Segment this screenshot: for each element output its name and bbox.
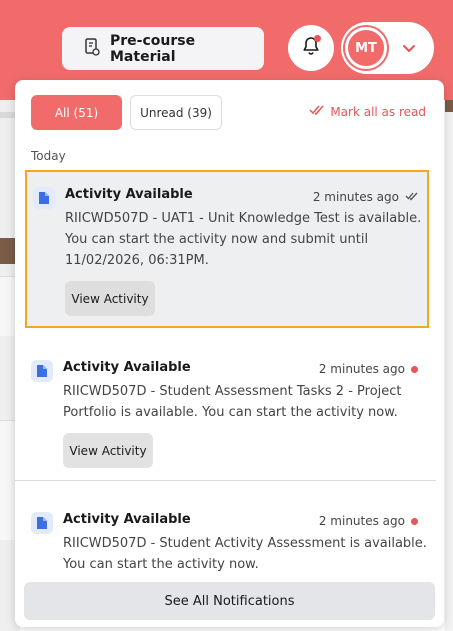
profile-menu-button[interactable]: MT [341,22,434,74]
notifications-bell-button[interactable] [288,25,334,71]
section-label-today: Today [31,149,66,163]
pre-course-material-button[interactable]: Pre-course Material [62,27,264,70]
view-activity-button[interactable]: View Activity [65,281,155,316]
notification-item[interactable]: Activity Available 2 minutes ago RIICWD5… [25,170,429,328]
filter-all-tab[interactable]: All (51) [31,95,122,130]
see-all-notifications-button[interactable]: See All Notifications [24,582,435,620]
notification-dot [314,35,321,42]
notification-time: 2 minutes ago [313,190,419,204]
background-page-right [445,100,453,631]
notification-time: 2 minutes ago [319,514,418,528]
unread-dot [411,517,418,525]
chevron-down-icon [399,38,419,58]
pre-course-material-label: Pre-course Material [110,32,196,65]
mark-all-read-label: Mark all as read [330,104,426,119]
document-icon [33,187,55,209]
double-check-icon [309,104,325,119]
avatar: MT [345,27,387,69]
filter-tabs: All (51) Unread (39) [31,95,222,130]
notification-text: RIICWD507D - Student Assessment Tasks 2 … [63,384,402,420]
notification-time: 2 minutes ago [319,362,418,376]
notification-list[interactable]: Activity Available 2 minutes ago RIICWD5… [15,170,444,580]
document-icon [31,512,53,534]
view-activity-button[interactable]: View Activity [63,433,153,468]
document-settings-icon [82,37,102,61]
filter-unread-tab[interactable]: Unread (39) [130,95,222,130]
notification-item[interactable]: Activity Available 2 minutes ago RIICWD5… [15,496,436,580]
notification-text: RIICWD507D - Student Activity Assessment… [63,536,427,572]
notification-text: RIICWD507D - UAT1 - Unit Knowledge Test … [65,211,422,268]
notifications-panel: All (51) Unread (39) Mark all as read To… [15,80,444,627]
mark-all-read-link[interactable]: Mark all as read [309,104,426,119]
read-double-check-icon [405,190,419,204]
unread-dot [411,365,418,373]
notification-item[interactable]: Activity Available 2 minutes ago RIICWD5… [15,344,436,481]
document-icon [31,360,53,382]
